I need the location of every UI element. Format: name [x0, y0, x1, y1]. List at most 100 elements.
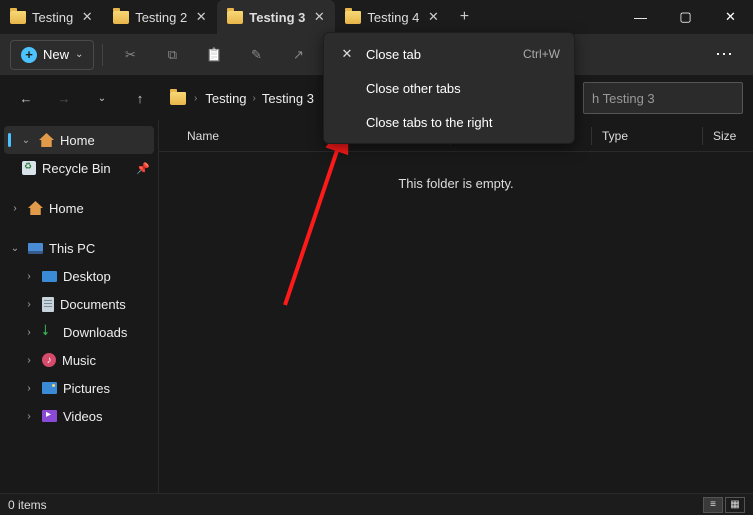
empty-folder-text: This folder is empty.: [159, 176, 753, 191]
titlebar: Testing ✕ Testing 2 ✕ Testing 3 ✕ Testin…: [0, 0, 753, 34]
desktop-icon: [42, 271, 57, 282]
column-size[interactable]: Size: [703, 129, 753, 143]
sidebar-item-label: This PC: [49, 241, 95, 256]
breadcrumb[interactable]: Testing › Testing 3: [205, 91, 314, 106]
chevron-down-icon: ⌄: [8, 243, 22, 254]
sidebar-item-this-pc[interactable]: ⌄ This PC: [4, 234, 154, 262]
tab-testing-4[interactable]: Testing 4 ✕: [335, 0, 449, 34]
crumb[interactable]: Testing 3: [262, 91, 314, 106]
chevron-down-icon: ⌄: [75, 49, 83, 60]
sidebar-item-videos[interactable]: › Videos: [4, 402, 154, 430]
sidebar-item-label: Downloads: [63, 325, 127, 340]
sidebar-item-pictures[interactable]: › Pictures: [4, 374, 154, 402]
sidebar-item-label: Documents: [60, 297, 126, 312]
chevron-right-icon: ›: [22, 411, 36, 422]
sidebar-item-downloads[interactable]: › ⭣ Downloads: [4, 318, 154, 346]
up-button[interactable]: ↑: [124, 82, 156, 114]
menu-label: Close other tabs: [366, 81, 560, 96]
sidebar-item-label: Pictures: [63, 381, 110, 396]
menu-shortcut: Ctrl+W: [523, 47, 560, 61]
sidebar-item-label: Home: [60, 133, 95, 148]
document-icon: [42, 297, 54, 312]
new-label: New: [43, 47, 69, 62]
share-button[interactable]: [279, 40, 317, 70]
tab-testing-3[interactable]: Testing 3 ✕: [217, 0, 335, 34]
close-icon[interactable]: ✕: [425, 9, 441, 25]
chevron-down-icon: ⌄: [19, 135, 33, 146]
sidebar-item-label: Recycle Bin: [42, 161, 111, 176]
picture-icon: [42, 382, 57, 394]
search-input[interactable]: h Testing 3: [583, 82, 743, 114]
column-label: Name: [187, 129, 219, 143]
crumb[interactable]: Testing: [205, 91, 246, 106]
tab-label: Testing: [32, 10, 73, 25]
status-text: 0 items: [8, 498, 47, 512]
tab-context-menu: ✕ Close tab Ctrl+W Close other tabs Clos…: [323, 32, 575, 144]
new-tab-button[interactable]: +: [449, 8, 479, 26]
plus-icon: +: [21, 47, 37, 63]
tab-testing-2[interactable]: Testing 2 ✕: [103, 0, 217, 34]
menu-label: Close tab: [366, 47, 513, 62]
sidebar-item-desktop[interactable]: › Desktop: [4, 262, 154, 290]
music-icon: ♪: [42, 353, 56, 367]
new-button[interactable]: + New ⌄: [10, 40, 94, 70]
column-label: Type: [602, 129, 628, 143]
chevron-right-icon: ›: [22, 355, 36, 366]
thumbnails-view-button[interactable]: ▦: [725, 497, 745, 513]
sidebar-item-home[interactable]: ⌄ Home: [4, 126, 154, 154]
more-button[interactable]: [705, 40, 743, 70]
back-button[interactable]: ←: [10, 82, 42, 114]
chevron-right-icon: ›: [8, 203, 22, 214]
sidebar-item-documents[interactable]: › Documents: [4, 290, 154, 318]
download-icon: ⭣: [42, 325, 57, 339]
chevron-right-icon: ›: [22, 271, 36, 282]
folder-icon: [227, 11, 243, 24]
folder-icon: [113, 11, 129, 24]
sidebar-item-home-2[interactable]: › Home: [4, 194, 154, 222]
sidebar-item-label: Videos: [63, 409, 103, 424]
status-bar: 0 items ≡ ▦: [0, 493, 753, 515]
home-icon: [28, 201, 43, 215]
paste-button[interactable]: [195, 40, 233, 70]
separator: [102, 44, 103, 66]
sidebar-item-label: Home: [49, 201, 84, 216]
chevron-right-icon: ›: [194, 93, 197, 104]
chevron-right-icon: ›: [22, 327, 36, 338]
tab-testing[interactable]: Testing ✕: [0, 0, 103, 34]
close-icon[interactable]: ✕: [311, 9, 327, 25]
sidebar-item-recycle-bin[interactable]: Recycle Bin 📌: [4, 154, 154, 182]
chevron-right-icon: ›: [253, 93, 256, 104]
sidebar-item-label: Desktop: [63, 269, 111, 284]
tab-label: Testing 2: [135, 10, 187, 25]
recent-button[interactable]: ⌄: [86, 82, 118, 114]
forward-button[interactable]: →: [48, 82, 80, 114]
tab-label: Testing 4: [367, 10, 419, 25]
sidebar: ⌄ Home Recycle Bin 📌 › Home ⌄ This PC › …: [0, 120, 158, 493]
folder-icon: [170, 92, 186, 105]
details-view-button[interactable]: ≡: [703, 497, 723, 513]
recycle-bin-icon: [22, 161, 36, 175]
copy-button[interactable]: [153, 40, 191, 70]
tab-label: Testing 3: [249, 10, 305, 25]
close-window-button[interactable]: ✕: [708, 0, 753, 34]
menu-close-other-tabs[interactable]: Close other tabs: [328, 71, 570, 105]
menu-close-tab[interactable]: ✕ Close tab Ctrl+W: [328, 37, 570, 71]
folder-icon: [345, 11, 361, 24]
window-controls: ― ▢ ✕: [618, 0, 753, 34]
close-icon[interactable]: ✕: [79, 9, 95, 25]
video-icon: [42, 410, 57, 422]
sidebar-item-music[interactable]: › ♪ Music: [4, 346, 154, 374]
minimize-button[interactable]: ―: [618, 0, 663, 34]
rename-button[interactable]: [237, 40, 275, 70]
cut-button[interactable]: [111, 40, 149, 70]
maximize-button[interactable]: ▢: [663, 0, 708, 34]
column-label: Size: [713, 129, 736, 143]
column-type[interactable]: Type: [592, 129, 702, 143]
chevron-right-icon: ›: [22, 383, 36, 394]
pc-icon: [28, 243, 43, 254]
pin-icon: 📌: [136, 162, 150, 175]
menu-close-tabs-right[interactable]: Close tabs to the right: [328, 105, 570, 139]
chevron-right-icon: ›: [22, 299, 36, 310]
close-icon[interactable]: ✕: [193, 9, 209, 25]
folder-icon: [10, 11, 26, 24]
